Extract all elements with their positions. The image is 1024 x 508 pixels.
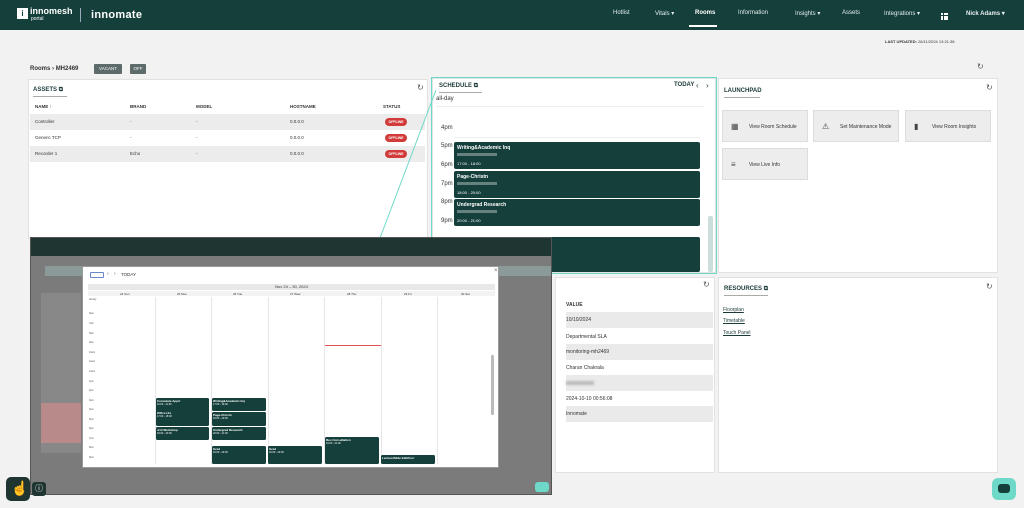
- calendar-event[interactable]: Jrnl Workshop 18:00 - 20:00: [156, 427, 209, 440]
- time-label: 8am: [89, 332, 94, 335]
- time-label: 4pm: [89, 408, 94, 411]
- modal-next-icon[interactable]: ›: [114, 271, 116, 277]
- day-col-line: [381, 297, 382, 464]
- calendar-event[interactable]: Grad 19:00 - 20:30: [268, 446, 322, 464]
- small-assist-button[interactable]: ⓘ: [32, 482, 46, 496]
- inset-offline-block: [41, 403, 81, 443]
- day-col-line: [268, 297, 269, 464]
- inset-topbar: [31, 238, 551, 256]
- calendar-event[interactable]: Undergrad Research 20:00 - 21:00: [212, 427, 266, 440]
- time-label: 7pm: [89, 437, 94, 440]
- day-label: 27 Wed: [290, 292, 301, 296]
- info-icon: ⓘ: [35, 484, 43, 493]
- day-label: 30 Sat: [461, 292, 470, 296]
- modal-scrollbar[interactable]: [491, 355, 494, 415]
- time-label: 6pm: [89, 427, 94, 430]
- calendar-event[interactable]: Writing&Academic Inq 17:00 - 18:00: [212, 398, 266, 411]
- modal-date-range: Nov 24 – 30, 2024: [88, 284, 495, 290]
- day-label: 29 Fri: [404, 292, 412, 296]
- time-label: 11am: [89, 360, 96, 363]
- modal-close-icon[interactable]: ×: [494, 268, 498, 274]
- hand-pointer-icon: ☝: [11, 480, 29, 496]
- calendar-event[interactable]: Page-Christn 18:00 - 20:00: [212, 412, 266, 426]
- time-label: 10am: [89, 351, 96, 354]
- calendar-event[interactable]: Grad 19:00 - 20:30: [212, 446, 266, 464]
- time-label: 9pm: [89, 456, 94, 459]
- day-label: 28 Thu: [347, 292, 357, 296]
- calendar-event[interactable]: Res Consultation 19:00 - 21:00: [325, 437, 379, 464]
- day-label: 26 Tue: [233, 292, 243, 296]
- calendar-event[interactable]: Office Hrs 17:00 - 18:00: [156, 410, 209, 426]
- accessibility-button[interactable]: ☝: [6, 477, 30, 501]
- time-label: 12pm: [89, 370, 96, 373]
- time-label: 1pm: [89, 380, 94, 383]
- time-label: 5pm: [89, 418, 94, 421]
- calendar-event[interactable]: Lecture/Slide Edit/Curr: [381, 455, 435, 464]
- now-indicator: [325, 345, 381, 346]
- day-label: 25 Mon: [177, 292, 188, 296]
- modal-view-select[interactable]: [90, 272, 104, 278]
- day-label: 24 Sun: [120, 292, 130, 296]
- chat-button[interactable]: [992, 478, 1016, 500]
- modal-prev-icon[interactable]: ‹: [107, 271, 109, 277]
- allday-label: all-day: [89, 298, 97, 301]
- day-col-line: [437, 297, 438, 464]
- time-label: 8pm: [89, 446, 94, 449]
- time-label: 7am: [89, 322, 94, 325]
- time-label: 2pm: [89, 389, 94, 392]
- time-label: 9am: [89, 341, 94, 344]
- time-label: 3pm: [89, 399, 94, 402]
- chat-bubble-icon: [998, 484, 1010, 493]
- modal-today-button[interactable]: TODAY: [121, 272, 136, 277]
- inset-chat-button: [535, 482, 549, 492]
- time-label: 6am: [89, 312, 94, 315]
